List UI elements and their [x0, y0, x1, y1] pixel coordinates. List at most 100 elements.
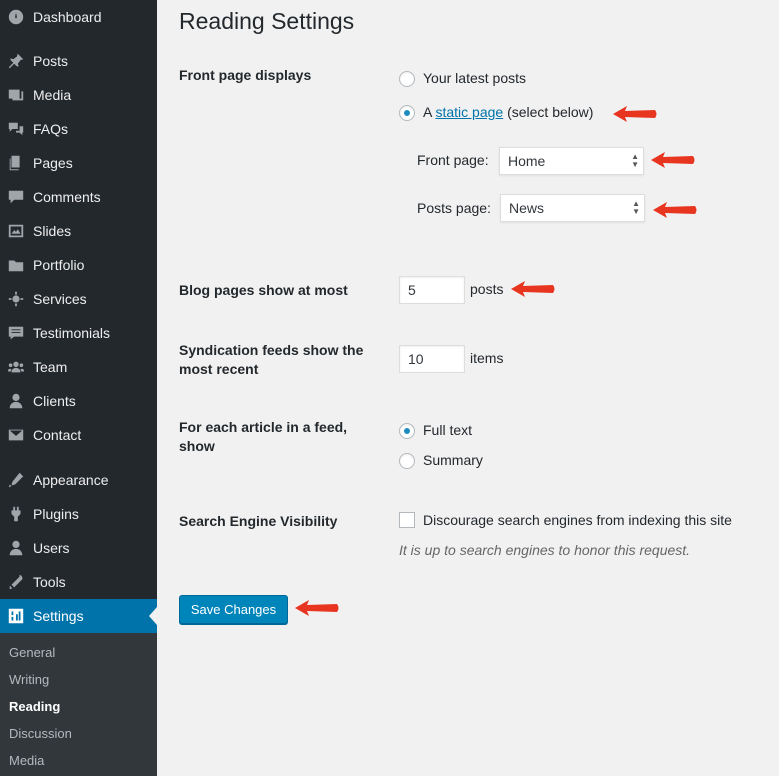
- sidebar-item-label: Comments: [33, 189, 101, 205]
- testimonials-icon: [6, 323, 26, 343]
- plugins-icon: [6, 504, 26, 524]
- sidebar-item-slides[interactable]: Slides: [0, 214, 157, 248]
- select-arrows-icon: ▲ ▼: [632, 199, 640, 216]
- services-icon: [6, 289, 26, 309]
- visibility-heading: Search Engine Visibility: [179, 513, 338, 529]
- annotation-arrow-icon: [295, 600, 339, 616]
- submenu-item-writing[interactable]: Writing: [9, 672, 49, 687]
- items-unit-label: items: [470, 350, 504, 366]
- contact-icon: [6, 425, 26, 445]
- submenu-item-media[interactable]: Media: [9, 753, 44, 768]
- active-indicator: [149, 607, 157, 625]
- posts-page-select-label: Posts page:: [417, 200, 491, 216]
- posts-unit-label: posts: [470, 281, 504, 297]
- annotation-arrow-icon: [613, 106, 657, 122]
- static-page-label: A static page (select below): [423, 104, 593, 120]
- dashboard-icon: [6, 7, 26, 27]
- sidebar-item-label: Plugins: [33, 506, 79, 522]
- front-page-select[interactable]: Home ▲ ▼: [499, 147, 644, 175]
- annotation-arrow-icon: [651, 152, 695, 168]
- sidebar-item-dashboard[interactable]: Dashboard: [0, 0, 157, 34]
- sidebar-item-label: Portfolio: [33, 257, 85, 273]
- media-icon: [6, 85, 26, 105]
- sidebar-item-appearance[interactable]: Appearance: [0, 463, 157, 497]
- sidebar-item-comments[interactable]: Comments: [0, 180, 157, 214]
- sidebar-item-services[interactable]: Services: [0, 282, 157, 316]
- sidebar-item-label: Appearance: [33, 472, 109, 488]
- submenu-item-discussion[interactable]: Discussion: [9, 726, 72, 741]
- blog-pages-heading: Blog pages show at most: [179, 282, 348, 298]
- sidebar-item-settings[interactable]: Settings: [0, 599, 157, 633]
- appearance-icon: [6, 470, 26, 490]
- annotation-arrow-icon: [653, 202, 697, 218]
- static-suffix: (select below): [507, 104, 594, 120]
- sidebar-item-label: Clients: [33, 393, 76, 409]
- syndication-heading: Syndication feeds show the most recent: [179, 342, 364, 377]
- sidebar-item-label: FAQs: [33, 121, 69, 137]
- front-page-select-value: Home: [508, 153, 546, 169]
- sidebar-item-label: Posts: [33, 53, 69, 69]
- save-changes-button[interactable]: Save Changes: [179, 595, 288, 624]
- sidebar-item-contact[interactable]: Contact: [0, 418, 157, 452]
- main-content: Reading Settings Front page displays You…: [157, 0, 779, 776]
- discourage-search-checkbox[interactable]: [399, 512, 415, 528]
- sidebar-item-plugins[interactable]: Plugins: [0, 497, 157, 531]
- page-title: Reading Settings: [179, 8, 355, 34]
- pages-icon: [6, 153, 26, 173]
- sidebar-item-label: Pages: [33, 155, 73, 171]
- sidebar-item-users[interactable]: Users: [0, 531, 157, 565]
- submenu-item-reading[interactable]: Reading: [9, 699, 60, 714]
- posts-per-page-input[interactable]: 5: [399, 276, 465, 304]
- feed-article-heading: For each article in a feed, show: [179, 419, 348, 454]
- discourage-search-label: Discourage search engines from indexing …: [423, 512, 732, 528]
- sidebar-item-label: Contact: [33, 427, 82, 443]
- sidebar-item-label: Testimonials: [33, 325, 111, 341]
- slides-icon: [6, 221, 26, 241]
- tools-icon: [6, 572, 26, 592]
- sidebar-item-label: Media: [33, 87, 72, 103]
- portfolio-icon: [6, 255, 26, 275]
- users-icon: [6, 538, 26, 558]
- static-page-link[interactable]: static page: [435, 104, 503, 120]
- sidebar-item-portfolio[interactable]: Portfolio: [0, 248, 157, 282]
- front-page-heading: Front page displays: [179, 67, 312, 83]
- posts-page-select-value: News: [509, 200, 545, 216]
- pin-icon: [6, 51, 26, 71]
- full-text-label: Full text: [423, 422, 473, 438]
- sidebar-item-pages[interactable]: Pages: [0, 146, 157, 180]
- sidebar-item-label: Settings: [33, 608, 84, 624]
- static-prefix: A: [423, 104, 432, 120]
- annotation-arrow-icon: [511, 281, 555, 297]
- full-text-radio[interactable]: [399, 423, 415, 439]
- sidebar-item-label: Users: [33, 540, 70, 556]
- team-icon: [6, 357, 26, 377]
- sidebar-item-posts[interactable]: Posts: [0, 44, 157, 78]
- sidebar-item-clients[interactable]: Clients: [0, 384, 157, 418]
- submenu-item-general[interactable]: General: [9, 645, 55, 660]
- sidebar-item-label: Services: [33, 291, 87, 307]
- admin-sidebar: Dashboard Posts Media FAQs Pages Comments Slid…: [0, 0, 157, 776]
- settings-submenu: General Writing Reading Discussion Media: [0, 633, 157, 776]
- sidebar-item-label: Dashboard: [33, 9, 102, 25]
- comments-icon: [6, 187, 26, 207]
- sidebar-item-label: Slides: [33, 223, 72, 239]
- summary-radio[interactable]: [399, 453, 415, 469]
- sidebar-item-label: Tools: [33, 574, 66, 590]
- static-page-radio[interactable]: [399, 105, 415, 121]
- summary-label: Summary: [423, 452, 483, 468]
- feed-items-input[interactable]: 10: [399, 345, 465, 373]
- latest-posts-radio[interactable]: [399, 71, 415, 87]
- sidebar-item-team[interactable]: Team: [0, 350, 157, 384]
- sidebar-item-tools[interactable]: Tools: [0, 565, 157, 599]
- settings-icon: [6, 606, 26, 626]
- sidebar-item-label: Team: [33, 359, 68, 375]
- latest-posts-label: Your latest posts: [423, 70, 526, 86]
- clients-icon: [6, 391, 26, 411]
- posts-page-select[interactable]: News ▲ ▼: [500, 194, 645, 222]
- visibility-description: It is up to search engines to honor this…: [399, 542, 691, 558]
- sidebar-item-testimonials[interactable]: Testimonials: [0, 316, 157, 350]
- sidebar-item-media[interactable]: Media: [0, 78, 157, 112]
- sidebar-item-faqs[interactable]: FAQs: [0, 112, 157, 146]
- front-page-select-label: Front page:: [417, 152, 489, 168]
- faq-icon: [6, 119, 26, 139]
